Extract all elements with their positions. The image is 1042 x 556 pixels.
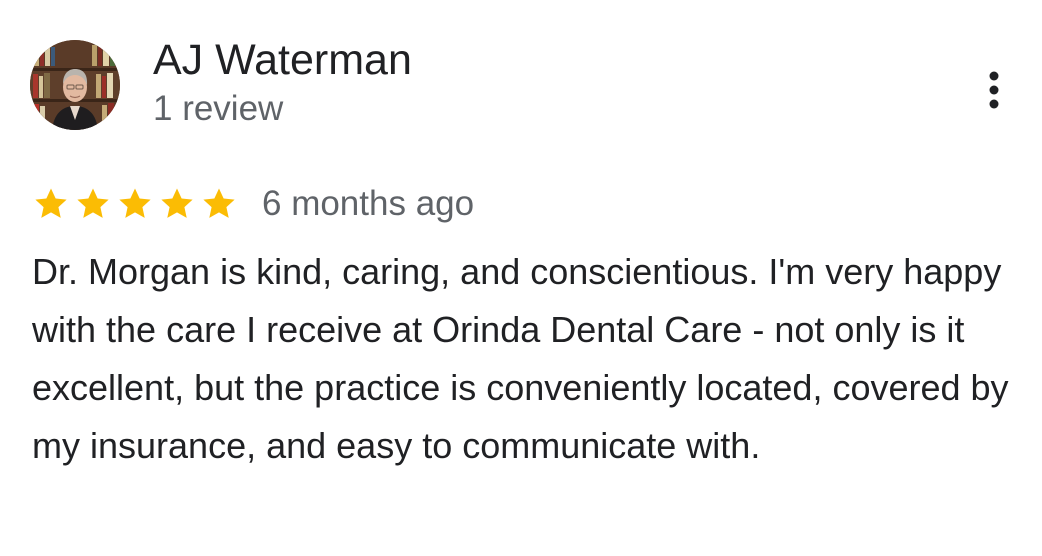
star-icon <box>119 188 151 218</box>
star-icon <box>161 188 193 218</box>
reviewer-name[interactable]: AJ Waterman <box>153 34 412 86</box>
review-time: 6 months ago <box>262 184 475 223</box>
review-text: Dr. Morgan is kind, caring, and conscien… <box>32 251 1009 466</box>
review-count[interactable]: 1 review <box>153 87 283 131</box>
star-rating <box>32 185 238 223</box>
reviewer-avatar[interactable] <box>30 40 120 130</box>
star-icon <box>35 188 67 218</box>
more-options-button[interactable] <box>976 66 1012 114</box>
avatar-image <box>30 40 120 130</box>
star-icon <box>203 188 235 218</box>
rating-row: 6 months ago <box>32 180 474 228</box>
more-vertical-icon <box>989 71 999 109</box>
star-icon <box>77 188 109 218</box>
